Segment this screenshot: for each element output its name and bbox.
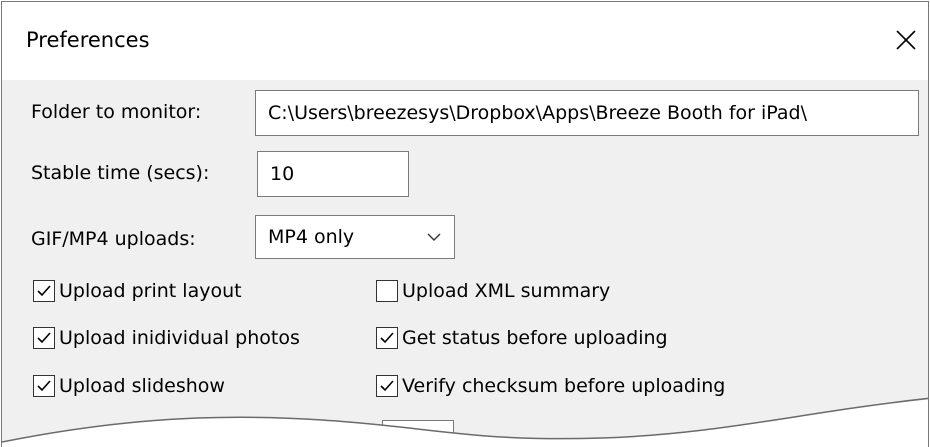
preferences-dialog: Preferences Folder to monitor: C:\Users\… (1, 1, 929, 447)
torn-edge (2, 397, 928, 447)
